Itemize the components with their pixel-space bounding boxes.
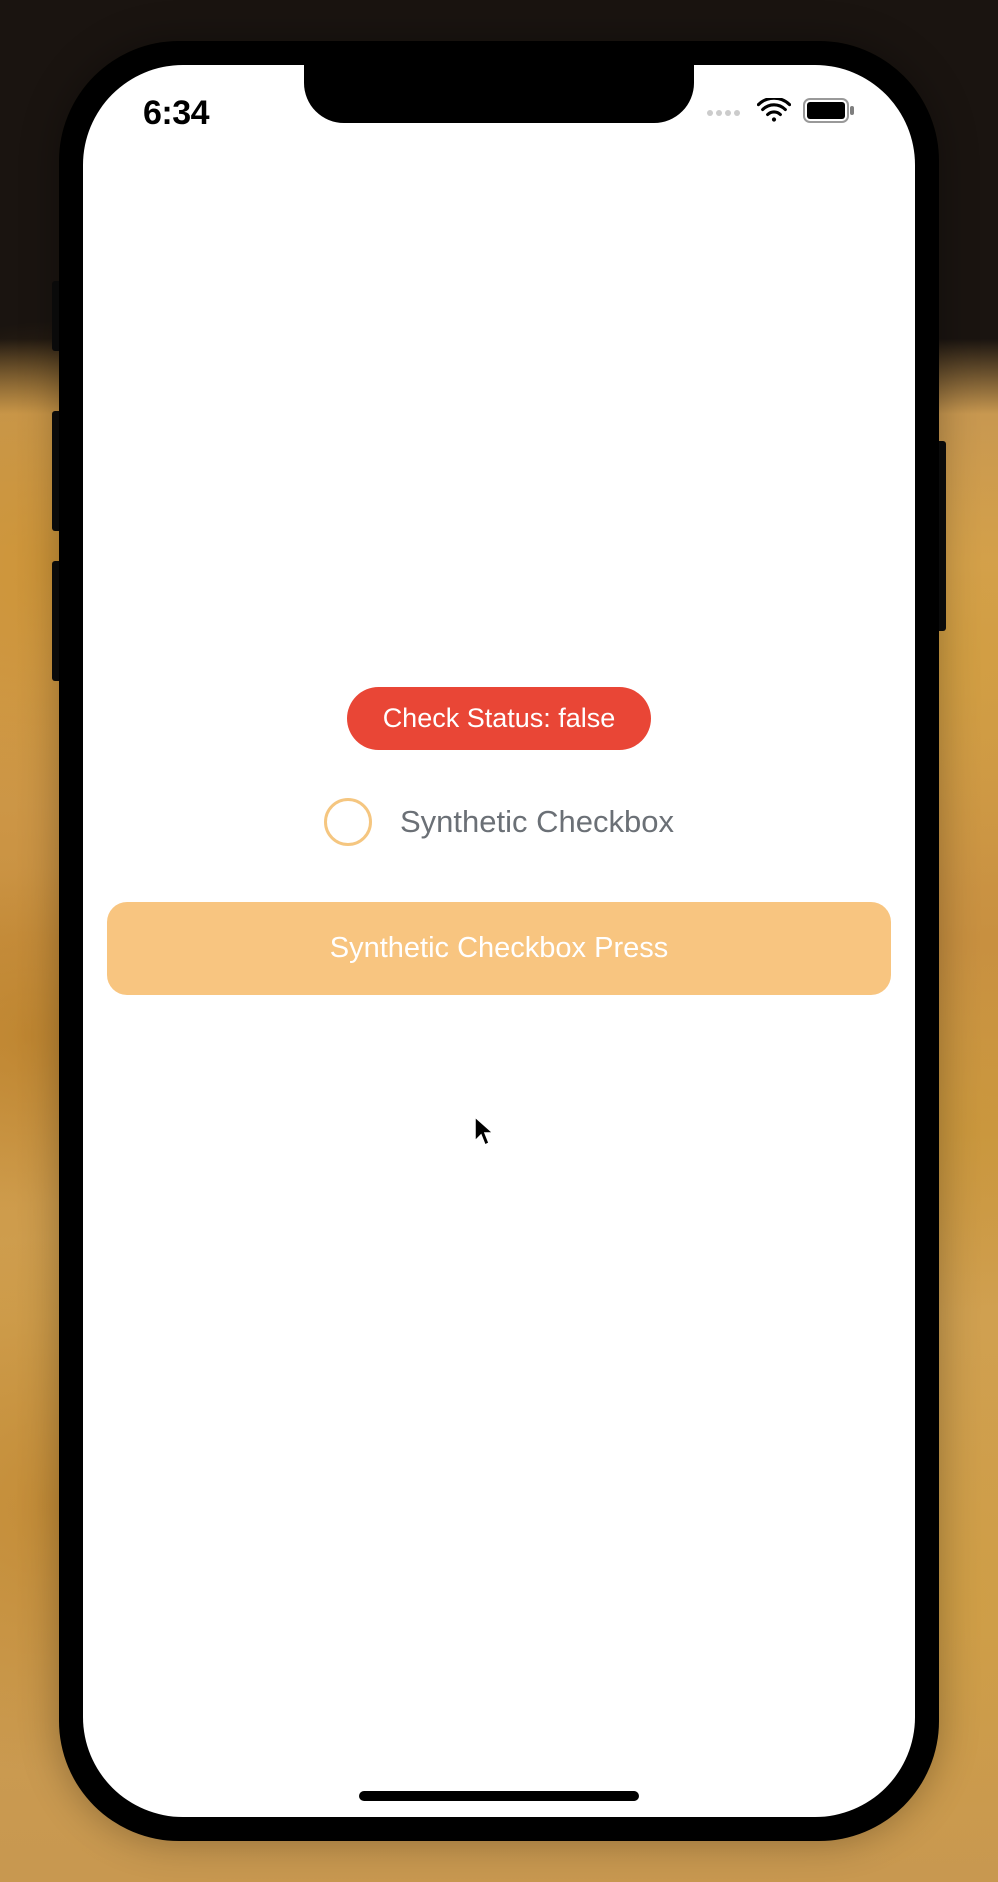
phone-screen: 6:34: [83, 65, 915, 1817]
wifi-icon: [757, 98, 791, 129]
synthetic-checkbox[interactable]: [324, 798, 372, 846]
content-group: Check Status: false Synthetic Checkbox S…: [107, 687, 891, 995]
status-time: 6:34: [143, 94, 209, 133]
recording-indicator-dots: [707, 110, 740, 116]
check-status-badge[interactable]: Check Status: false: [347, 687, 652, 750]
phone-silence-switch: [52, 281, 59, 351]
phone-notch: [304, 65, 694, 123]
cursor-arrow-icon: [473, 1115, 497, 1152]
phone-device-frame: 6:34: [59, 41, 939, 1841]
status-bar-right: [707, 98, 855, 129]
battery-icon: [803, 98, 855, 128]
phone-volume-up-button: [52, 411, 59, 531]
synthetic-checkbox-press-button[interactable]: Synthetic Checkbox Press: [107, 902, 891, 995]
phone-power-button: [939, 441, 946, 631]
checkbox-label: Synthetic Checkbox: [400, 804, 674, 840]
app-content-area: Check Status: false Synthetic Checkbox S…: [83, 65, 915, 1817]
checkbox-row: Synthetic Checkbox: [324, 798, 674, 846]
phone-volume-down-button: [52, 561, 59, 681]
home-indicator[interactable]: [359, 1791, 639, 1801]
